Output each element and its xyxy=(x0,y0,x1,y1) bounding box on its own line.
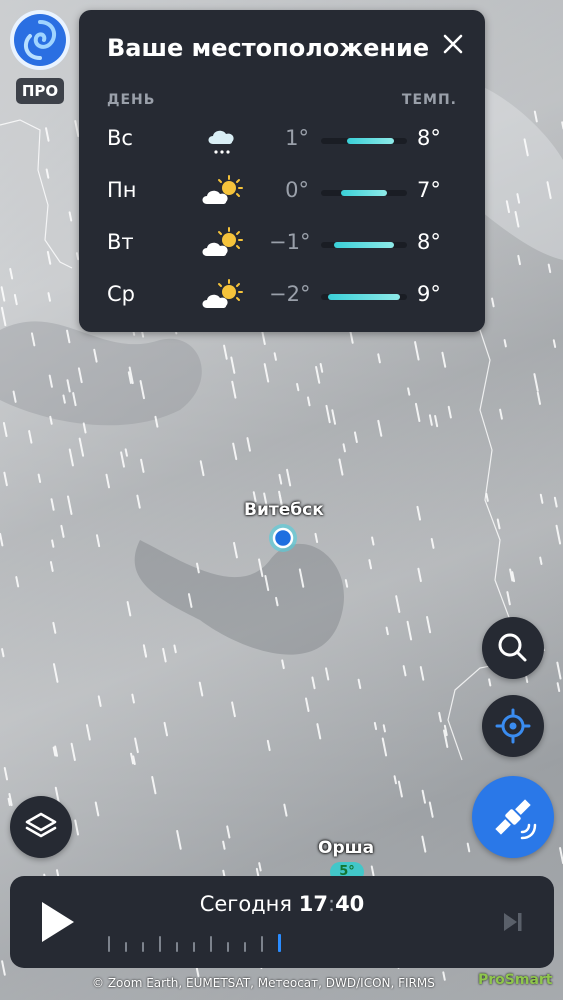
forecast-day: Вт xyxy=(107,230,134,254)
forecast-min-temp: −2° xyxy=(269,282,311,306)
rain-streak xyxy=(51,539,55,548)
timeline-tick[interactable] xyxy=(125,942,127,952)
forecast-min-temp: 0° xyxy=(285,178,309,202)
forecast-day: Вс xyxy=(107,126,133,150)
forecast-row: Вт −1° 8° xyxy=(79,224,485,264)
search-button[interactable] xyxy=(482,617,544,679)
rain-streak xyxy=(382,724,386,733)
timeline-tick[interactable] xyxy=(278,934,281,952)
rain-streak xyxy=(296,382,300,392)
rain-streak xyxy=(344,579,349,588)
forecast-max-temp: 9° xyxy=(417,282,441,306)
crosshair-icon xyxy=(495,708,531,744)
rain-streak xyxy=(75,252,80,261)
column-header-temp: ТЕМП. xyxy=(401,92,457,108)
timeline-tick[interactable] xyxy=(159,936,161,952)
search-icon xyxy=(498,633,527,662)
temp-range-fill xyxy=(340,190,388,196)
time-separator: : xyxy=(327,892,336,916)
timeline-tick[interactable] xyxy=(210,936,212,952)
rain-streak xyxy=(173,644,177,654)
rain-streak xyxy=(407,387,411,396)
forecast-row: Пн 0° 7° xyxy=(79,172,485,212)
time-hour: 17 xyxy=(298,892,328,916)
forecast-title: Ваше местоположение xyxy=(107,34,430,62)
forecast-max-temp: 8° xyxy=(417,126,441,150)
map-attribution: © Zoom Earth, EUMETSAT, Метеосат, DWD/IC… xyxy=(92,976,435,990)
forecast-day: Пн xyxy=(107,178,137,202)
timeline-tick[interactable] xyxy=(193,942,195,952)
watermark: ProSmart xyxy=(478,972,553,988)
forecast-row: Ср −2° 9° xyxy=(79,276,485,316)
swirl-icon xyxy=(14,14,66,66)
rain-streak xyxy=(124,448,128,457)
temp-range-fill xyxy=(327,294,401,300)
day-label: Сегодня xyxy=(199,892,293,916)
timeline-player: Сегодня 17:40 xyxy=(10,876,554,968)
forecast-row: Вс 1° 8° xyxy=(79,120,485,160)
temp-range-bar xyxy=(321,138,407,144)
rain-streak xyxy=(485,492,489,502)
locate-me-button[interactable] xyxy=(482,695,544,757)
partly-cloudy-icon xyxy=(202,175,243,204)
layers-button[interactable] xyxy=(10,796,72,858)
temp-range-fill xyxy=(334,242,394,248)
rain-streak xyxy=(371,536,375,546)
rain-streak xyxy=(273,352,277,361)
satellite-button[interactable] xyxy=(472,776,554,858)
forecast-panel: Ваше местоположение ДЕНЬ ТЕМП. Вс 1° 8° Пн 0… xyxy=(79,10,485,332)
app-logo[interactable] xyxy=(10,10,70,70)
timeline-scrubber[interactable] xyxy=(108,932,288,952)
forecast-day: Ср xyxy=(107,282,135,306)
pro-badge[interactable]: ПРО xyxy=(16,78,64,104)
satellite-icon xyxy=(495,799,537,840)
skip-forward-icon[interactable] xyxy=(502,910,524,934)
rain-streak xyxy=(342,443,346,453)
timeline-tick[interactable] xyxy=(227,942,229,952)
current-time: Сегодня 17:40 xyxy=(10,892,554,916)
rain-streak xyxy=(62,394,66,404)
rain-streak xyxy=(1,648,5,658)
rain-streak xyxy=(488,678,492,687)
temp-range-bar xyxy=(321,242,407,248)
time-minute: 40 xyxy=(335,892,365,916)
layers-icon xyxy=(25,812,57,838)
timeline-tick[interactable] xyxy=(142,942,144,952)
column-header-day: ДЕНЬ xyxy=(107,92,156,108)
forecast-max-temp: 8° xyxy=(417,230,441,254)
temp-range-fill xyxy=(347,138,394,144)
rain-streak xyxy=(385,626,389,636)
timeline-tick[interactable] xyxy=(108,936,110,952)
timeline-tick[interactable] xyxy=(261,936,263,952)
rain-streak xyxy=(539,556,543,565)
timeline-tick[interactable] xyxy=(244,942,246,952)
forecast-max-temp: 7° xyxy=(417,178,441,202)
city-label-orsha[interactable]: Орша xyxy=(318,838,374,858)
rain-streak xyxy=(222,840,226,850)
timeline-tick[interactable] xyxy=(176,942,178,952)
rain-streak xyxy=(393,775,397,785)
location-marker-dot xyxy=(272,527,294,549)
rain-streak xyxy=(503,339,507,348)
city-label-vitebsk[interactable]: Витебск xyxy=(244,500,324,520)
snow-cloud-icon xyxy=(208,130,234,154)
forecast-min-temp: 1° xyxy=(285,126,309,150)
partly-cloudy-icon xyxy=(202,227,243,256)
close-icon[interactable] xyxy=(439,30,467,58)
temp-range-bar xyxy=(321,190,407,196)
forecast-min-temp: −1° xyxy=(269,230,311,254)
temp-range-bar xyxy=(321,294,407,300)
rain-streak xyxy=(373,721,378,731)
partly-cloudy-icon xyxy=(202,279,243,308)
rain-streak xyxy=(552,339,557,348)
rain-streak xyxy=(49,415,53,425)
